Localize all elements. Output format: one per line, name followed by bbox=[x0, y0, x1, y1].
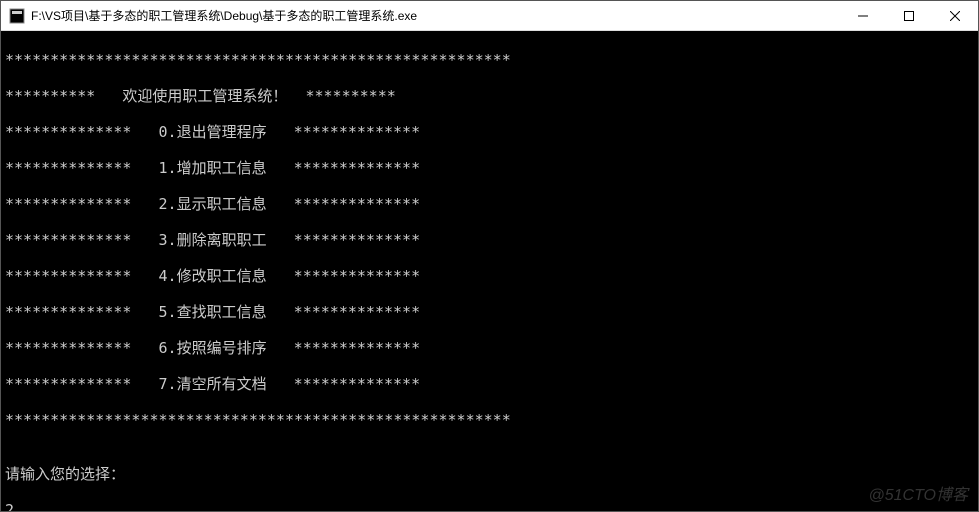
window-controls bbox=[840, 1, 978, 30]
menu-item-5: ************** 5.查找职工信息 ************** bbox=[5, 303, 974, 321]
menu-item-4: ************** 4.修改职工信息 ************** bbox=[5, 267, 974, 285]
minimize-button[interactable] bbox=[840, 1, 886, 30]
menu-item-1: ************** 1.增加职工信息 ************** bbox=[5, 159, 974, 177]
maximize-button[interactable] bbox=[886, 1, 932, 30]
close-button[interactable] bbox=[932, 1, 978, 30]
menu-header: ********** 欢迎使用职工管理系统！ ********** bbox=[5, 87, 974, 105]
menu-item-7: ************** 7.清空所有文档 ************** bbox=[5, 375, 974, 393]
menu-item-6: ************** 6.按照编号排序 ************** bbox=[5, 339, 974, 357]
app-icon bbox=[9, 8, 25, 24]
menu-item-3: ************** 3.删除离职职工 ************** bbox=[5, 231, 974, 249]
user-input-line: 2 bbox=[5, 501, 974, 511]
console-output[interactable]: ****************************************… bbox=[1, 31, 978, 511]
menu-item-0: ************** 0.退出管理程序 ************** bbox=[5, 123, 974, 141]
border-line: ****************************************… bbox=[5, 51, 974, 69]
prompt-line: 请输入您的选择： bbox=[5, 465, 974, 483]
window-frame: F:\VS项目\基于多态的职工管理系统\Debug\基于多态的职工管理系统.ex… bbox=[0, 0, 979, 512]
menu-item-2: ************** 2.显示职工信息 ************** bbox=[5, 195, 974, 213]
titlebar[interactable]: F:\VS项目\基于多态的职工管理系统\Debug\基于多态的职工管理系统.ex… bbox=[1, 1, 978, 31]
window-title: F:\VS项目\基于多态的职工管理系统\Debug\基于多态的职工管理系统.ex… bbox=[31, 7, 840, 24]
border-line: ****************************************… bbox=[5, 411, 974, 429]
